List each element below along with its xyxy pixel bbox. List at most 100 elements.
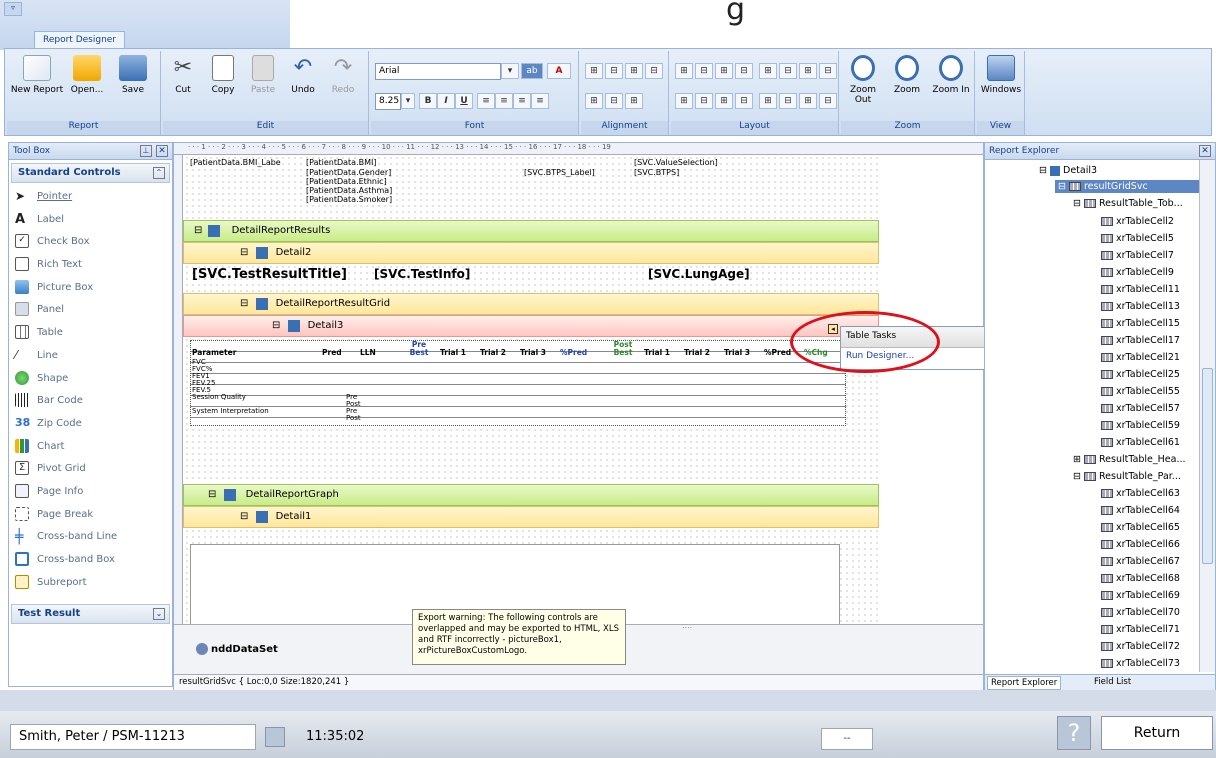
- band-detail-report-results[interactable]: ⊟ DetailReportResults: [183, 220, 879, 242]
- font-size-dropdown[interactable]: ▾: [401, 93, 415, 109]
- tree-node-cell[interactable]: xrTableCell67: [1101, 556, 1180, 567]
- undo-button[interactable]: ↶ Undo: [283, 51, 323, 95]
- windows-button[interactable]: Windows: [979, 51, 1023, 95]
- btps-label-field[interactable]: [SVC.BTPS_Label]: [524, 168, 595, 177]
- lung-age-field[interactable]: [SVC.LungAge]: [648, 267, 750, 281]
- layout-button-13[interactable]: ⊞: [759, 93, 777, 109]
- toolbox-item-check-box[interactable]: ✓ Check Box: [9, 231, 172, 254]
- align-middles-button[interactable]: ⊞: [585, 93, 603, 109]
- tree-node-cell[interactable]: xrTableCell73: [1101, 658, 1180, 669]
- layout-button-9[interactable]: ⊞: [675, 93, 693, 109]
- test-result-title-field[interactable]: [SVC.TestResultTitle]: [192, 267, 347, 282]
- redo-button[interactable]: ↷ Redo: [323, 51, 363, 95]
- layout-button-5[interactable]: ⊞: [759, 63, 777, 79]
- tree-node-table-hea[interactable]: ⊞ ResultTable_Hea...: [1073, 454, 1186, 465]
- tree-node-cell[interactable]: xrTableCell17: [1101, 335, 1180, 346]
- justify-button[interactable]: ≡: [531, 93, 549, 109]
- test-info-field[interactable]: [SVC.TestInfo]: [374, 267, 470, 281]
- ethnic-field[interactable]: [PatientData.Ethnic]: [306, 177, 387, 186]
- tree-node-cell[interactable]: xrTableCell68: [1101, 573, 1180, 584]
- toolbox-item-shape[interactable]: Shape: [9, 368, 172, 391]
- align-center-button[interactable]: ≡: [495, 93, 513, 109]
- toolbox-item-chart[interactable]: Chart: [9, 436, 172, 459]
- layout-button-7[interactable]: ⊞: [799, 63, 817, 79]
- tree-node-cell[interactable]: xrTableCell63: [1101, 488, 1180, 499]
- tree-node-cell[interactable]: xrTableCell57: [1101, 403, 1180, 414]
- value-selection-field[interactable]: [SVC.ValueSelection]: [634, 158, 718, 167]
- bmi-field[interactable]: [PatientData.BMI]: [306, 158, 377, 168]
- test-result-header[interactable]: Test Result ⌄: [11, 604, 170, 625]
- layout-button-4[interactable]: ⊟: [735, 63, 753, 79]
- toolbox-item-rich-text[interactable]: Rich Text: [9, 254, 172, 277]
- align-lefts-button[interactable]: ⊞: [585, 63, 603, 79]
- font-name-select[interactable]: Arial: [375, 63, 501, 80]
- zoom-out-button[interactable]: Zoom Out: [841, 51, 885, 105]
- paste-button[interactable]: Paste: [243, 51, 283, 95]
- standard-controls-header[interactable]: Standard Controls ⌃: [11, 163, 170, 183]
- font-name-dropdown[interactable]: ▾: [501, 63, 519, 79]
- toolbox-item-table[interactable]: Table: [9, 322, 172, 345]
- italic-button[interactable]: I: [437, 93, 455, 109]
- layout-button-11[interactable]: ⊞: [715, 93, 733, 109]
- tree-node-cell[interactable]: xrTableCell66: [1101, 539, 1180, 550]
- toolbox-item-picture-box[interactable]: Picture Box: [9, 277, 172, 300]
- scrollbar-thumb[interactable]: [1202, 368, 1213, 564]
- patient-icon[interactable]: [265, 727, 285, 747]
- band-detail1[interactable]: ⊟ Detail1: [183, 506, 879, 528]
- toolbox-item-line[interactable]: ⁄ Line: [9, 345, 172, 368]
- tree-node-table-tob[interactable]: ⊟ ResultTable_Tob...: [1073, 198, 1183, 209]
- layout-button-2[interactable]: ⊟: [695, 63, 713, 79]
- close-icon[interactable]: ✕: [156, 145, 168, 157]
- toolbox-item-bar-code[interactable]: Bar Code: [9, 390, 172, 413]
- layout-button-15[interactable]: ⊞: [799, 93, 817, 109]
- layout-button-6[interactable]: ⊟: [779, 63, 797, 79]
- status-mid-button[interactable]: --: [821, 728, 873, 750]
- quick-access-dropdown[interactable]: ▿: [4, 2, 22, 16]
- layout-button-10[interactable]: ⊟: [695, 93, 713, 109]
- toolbox-item-panel[interactable]: Panel: [9, 299, 172, 322]
- align-rights-button[interactable]: ⊞: [625, 63, 643, 79]
- tab-report-explorer[interactable]: Report Explorer: [987, 676, 1062, 690]
- new-report-button[interactable]: New Report: [9, 51, 65, 95]
- tree-node-cell[interactable]: xrTableCell9: [1101, 267, 1174, 278]
- tree-node-cell[interactable]: xrTableCell55: [1101, 386, 1180, 397]
- font-color-button[interactable]: A: [547, 63, 571, 79]
- close-icon[interactable]: ✕: [1199, 145, 1211, 157]
- explorer-scrollbar[interactable]: [1199, 160, 1215, 672]
- ndd-dataset-component[interactable]: nddDataSet: [196, 643, 278, 655]
- tree-node-table-par[interactable]: ⊟ ResultTable_Par...: [1073, 471, 1181, 482]
- toolbox-item-zip-code[interactable]: 38 Zip Code: [9, 413, 172, 436]
- bmi-label-field[interactable]: [PatientData.BMI_Labe: [190, 158, 281, 168]
- zoom-in-button[interactable]: Zoom In: [929, 51, 973, 95]
- return-button[interactable]: Return: [1101, 716, 1213, 750]
- band-detail-report-graph[interactable]: ⊟ DetailReportGraph: [183, 484, 879, 506]
- layout-button-1[interactable]: ⊞: [675, 63, 693, 79]
- band-detail3[interactable]: ⊟ Detail3: [183, 315, 879, 337]
- align-tops-button[interactable]: ⊟: [645, 63, 663, 79]
- toolbox-item-cross-band-box[interactable]: Cross-band Box: [9, 549, 172, 572]
- tree-node-cell[interactable]: xrTableCell25: [1101, 369, 1180, 380]
- layout-button-3[interactable]: ⊞: [715, 63, 733, 79]
- smoker-field[interactable]: [PatientData.Smoker]: [306, 195, 392, 204]
- band-detail-report-result-grid[interactable]: ⊟ DetailReportResultGrid: [183, 293, 879, 315]
- toolbox-item-page-break[interactable]: Page Break: [9, 504, 172, 527]
- layout-button-16[interactable]: ⊟: [819, 93, 837, 109]
- gender-field[interactable]: [PatientData.Gender]: [306, 168, 391, 177]
- highlight-color-button[interactable]: ab: [521, 63, 543, 79]
- cut-button[interactable]: ✂ Cut: [163, 51, 203, 95]
- bold-button[interactable]: B: [419, 93, 437, 109]
- tree-node-cell[interactable]: xrTableCell13: [1101, 301, 1180, 312]
- tree-node-detail3[interactable]: ⊟ Detail3: [1039, 165, 1097, 176]
- tree-node-cell[interactable]: xrTableCell15: [1101, 318, 1180, 329]
- toolbox-item-pointer[interactable]: ➤ Pointer: [9, 186, 172, 209]
- tree-node-cell[interactable]: xrTableCell7: [1101, 250, 1174, 261]
- save-button[interactable]: Save: [111, 51, 155, 95]
- tab-field-list[interactable]: Field List: [1091, 676, 1134, 688]
- tree-node-cell[interactable]: xrTableCell71: [1101, 624, 1180, 635]
- font-size-select[interactable]: 8.25: [375, 93, 401, 110]
- align-to-grid-button[interactable]: ⊞: [625, 93, 643, 109]
- tree-node-cell[interactable]: xrTableCell21: [1101, 352, 1180, 363]
- underline-button[interactable]: U: [455, 93, 473, 109]
- pin-icon[interactable]: ⊥: [140, 145, 152, 157]
- toolbox-item-page-info[interactable]: Page Info: [9, 481, 172, 504]
